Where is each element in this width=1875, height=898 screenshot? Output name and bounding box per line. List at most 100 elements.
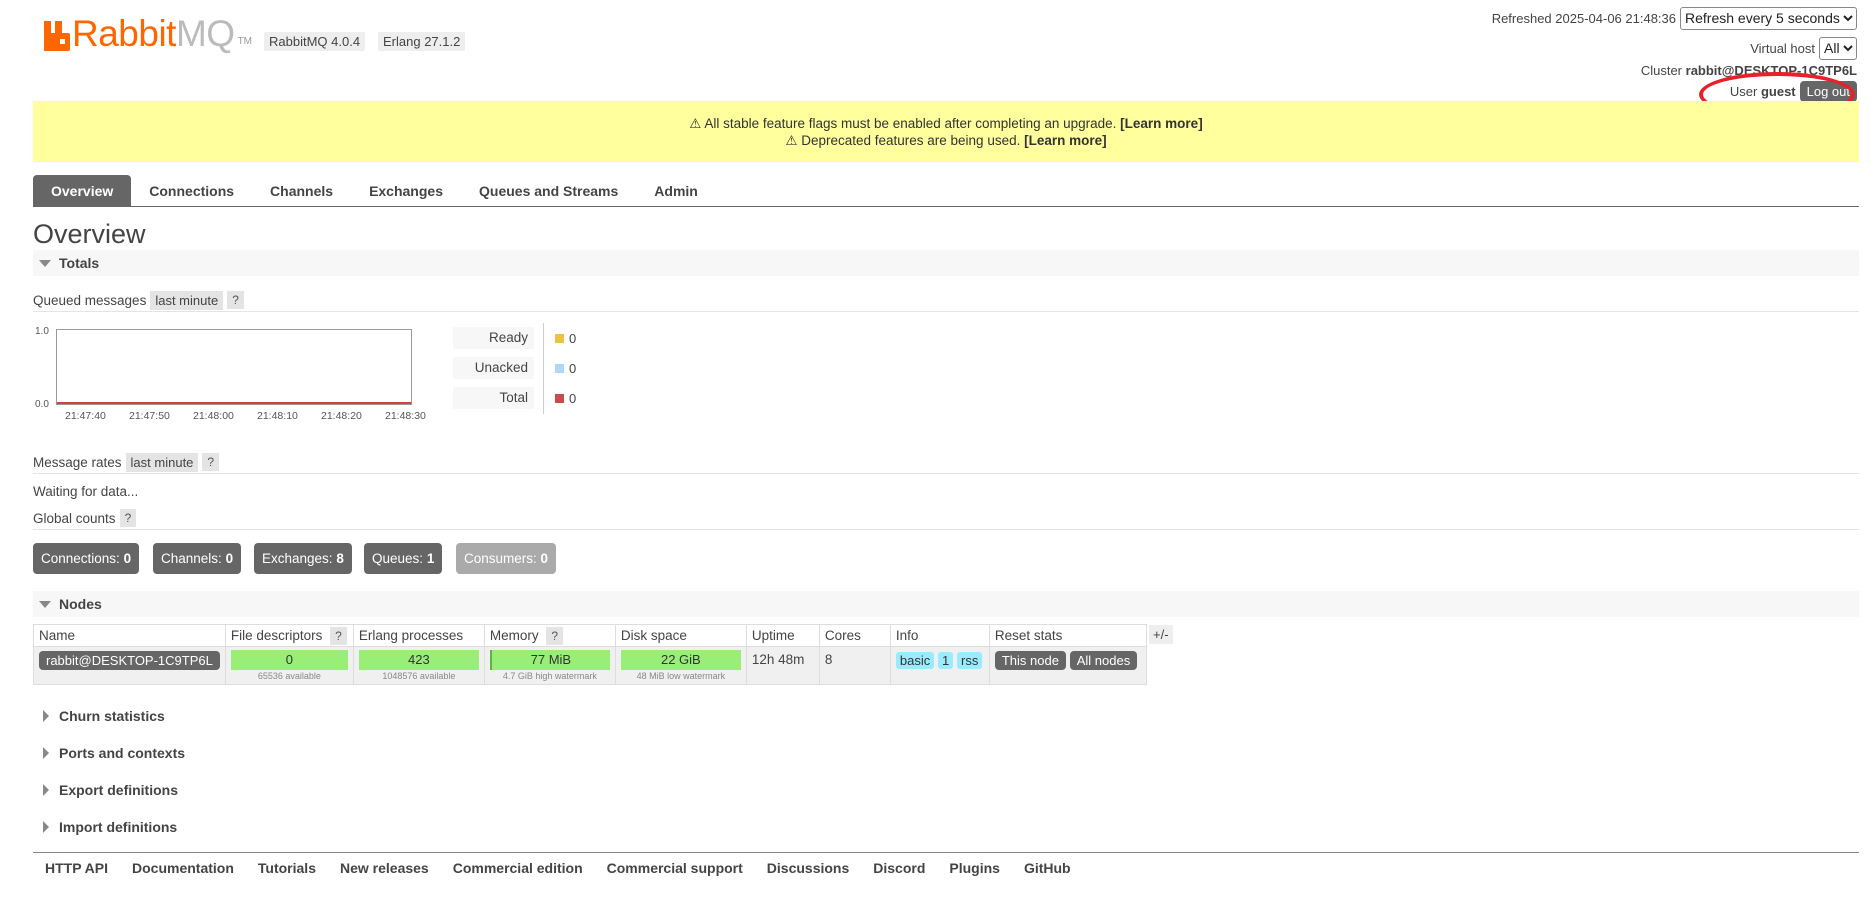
chart-x-tick: 21:48:20 bbox=[321, 410, 362, 422]
global-counts-header: Global counts ? bbox=[33, 507, 1859, 530]
ports-and-contexts-toggle[interactable]: Ports and contexts bbox=[33, 740, 185, 766]
message-rates-header: Message rates last minute ? bbox=[33, 451, 1859, 474]
col-memory: Memory ? bbox=[483, 624, 616, 647]
footer-link-discord[interactable]: Discord bbox=[861, 860, 937, 876]
footer-link-http-api[interactable]: HTTP API bbox=[33, 860, 120, 876]
legend-ready-label: Ready bbox=[453, 327, 534, 349]
fd-help-button[interactable]: ? bbox=[330, 627, 347, 645]
learn-more-link-1[interactable]: [Learn more] bbox=[1120, 116, 1203, 131]
learn-more-link-2[interactable]: [Learn more] bbox=[1024, 133, 1107, 148]
col-disk-space: Disk space bbox=[614, 624, 747, 647]
rabbitmq-version: RabbitMQ 4.0.4 bbox=[264, 32, 366, 51]
vhost-label: Virtual host bbox=[1750, 40, 1815, 56]
tab-overview[interactable]: Overview bbox=[33, 175, 132, 207]
connections-count-button[interactable]: Connections: 0 bbox=[33, 543, 140, 574]
col-file-descriptors: File descriptors ? bbox=[224, 624, 354, 647]
rates-range-toggle[interactable]: last minute bbox=[125, 452, 199, 472]
rabbit-logo-icon bbox=[44, 21, 70, 51]
cores-value: 8 bbox=[818, 646, 891, 685]
collapse-triangle-icon bbox=[43, 821, 49, 833]
footer-link-commercial-edition[interactable]: Commercial edition bbox=[441, 860, 595, 876]
tab-connections[interactable]: Connections bbox=[131, 175, 252, 207]
tab-exchanges[interactable]: Exchanges bbox=[351, 175, 461, 207]
footer-link-github[interactable]: GitHub bbox=[1012, 860, 1083, 876]
export-definitions-toggle[interactable]: Export definitions bbox=[33, 777, 178, 803]
footer-link-documentation[interactable]: Documentation bbox=[120, 860, 246, 876]
procs-usage-bar: 423 bbox=[358, 650, 479, 670]
global-counts-help-button[interactable]: ? bbox=[119, 509, 137, 527]
main-tabs: Overview Connections Channels Exchanges … bbox=[33, 175, 1859, 207]
collapse-triangle-icon bbox=[43, 747, 49, 759]
logo-primary: Rabbit bbox=[72, 13, 176, 54]
queued-messages-header: Queued messages last minute ? bbox=[33, 289, 1859, 312]
expand-triangle-icon bbox=[39, 259, 51, 267]
fd-available: 65536 available bbox=[257, 671, 321, 681]
logo-secondary: MQ bbox=[175, 13, 235, 54]
logo-tm: TM bbox=[237, 36, 253, 47]
totals-section-toggle[interactable]: Totals bbox=[33, 250, 1859, 276]
collapse-triangle-icon bbox=[43, 784, 49, 796]
rabbitmq-logo[interactable]: RabbitMQ TM bbox=[44, 14, 252, 54]
footer-link-commercial-support[interactable]: Commercial support bbox=[595, 860, 755, 876]
legend-total-label: Total bbox=[453, 387, 534, 409]
legend-separator bbox=[543, 323, 544, 414]
banner-line-1: ⚠ All stable feature flags must be enabl… bbox=[689, 116, 1117, 131]
chart-total-line bbox=[57, 402, 411, 404]
legend-unacked-value: 0 bbox=[569, 361, 577, 376]
refreshed-label: Refreshed 2025-04-06 21:48:36 bbox=[1491, 10, 1676, 26]
totals-section-label: Totals bbox=[59, 255, 100, 271]
chart-x-tick: 21:48:00 bbox=[193, 410, 234, 422]
disk-usage-bar: 22 GiB bbox=[620, 650, 741, 670]
expand-triangle-icon bbox=[39, 600, 51, 608]
page-title: Overview bbox=[33, 219, 146, 249]
legend-total-swatch bbox=[555, 394, 564, 403]
col-name: Name bbox=[33, 624, 226, 647]
legend-total-value: 0 bbox=[569, 391, 577, 406]
tab-admin[interactable]: Admin bbox=[636, 175, 716, 207]
channels-count-button[interactable]: Channels: 0 bbox=[153, 543, 242, 574]
footer-link-plugins[interactable]: Plugins bbox=[937, 860, 1012, 876]
table-row: rabbit@DESKTOP-1C9TP6L 0 65536 available… bbox=[33, 646, 1147, 685]
queued-help-button[interactable]: ? bbox=[227, 291, 244, 309]
refresh-interval-select[interactable]: Refresh every 5 seconds bbox=[1680, 6, 1857, 30]
import-definitions-toggle[interactable]: Import definitions bbox=[33, 814, 177, 840]
erlang-version: Erlang 27.1.2 bbox=[378, 32, 466, 51]
queued-range-toggle[interactable]: last minute bbox=[150, 290, 224, 310]
legend-unacked-label: Unacked bbox=[453, 357, 534, 379]
col-cores: Cores bbox=[818, 624, 891, 647]
queued-messages-label: Queued messages bbox=[33, 292, 147, 308]
nodes-section-toggle[interactable]: Nodes bbox=[33, 591, 1859, 617]
queues-count-button[interactable]: Queues: 1 bbox=[364, 543, 443, 574]
memory-help-button[interactable]: ? bbox=[546, 627, 564, 645]
footer-link-discussions[interactable]: Discussions bbox=[755, 860, 861, 876]
reset-this-node-button[interactable]: This node bbox=[994, 651, 1066, 670]
collapse-triangle-icon bbox=[43, 710, 49, 722]
chart-y-min: 0.0 bbox=[35, 399, 49, 410]
vhost-select[interactable]: All bbox=[1819, 36, 1857, 60]
tab-queues-and-streams[interactable]: Queues and Streams bbox=[461, 175, 636, 207]
consumers-count-button[interactable]: Consumers: 0 bbox=[456, 543, 557, 574]
message-rates-label: Message rates bbox=[33, 454, 122, 470]
chart-x-tick: 21:47:50 bbox=[129, 410, 170, 422]
footer-link-tutorials[interactable]: Tutorials bbox=[246, 860, 328, 876]
legend-ready-swatch bbox=[555, 334, 564, 343]
columns-toggle-button[interactable]: +/- bbox=[1149, 625, 1173, 644]
node-name-link[interactable]: rabbit@DESKTOP-1C9TP6L bbox=[39, 651, 220, 670]
churn-statistics-toggle[interactable]: Churn statistics bbox=[33, 703, 165, 729]
cluster-label: Cluster bbox=[1640, 62, 1683, 78]
footer-links: HTTP API Documentation Tutorials New rel… bbox=[33, 852, 1859, 876]
nodes-section-label: Nodes bbox=[59, 596, 102, 612]
rates-help-button[interactable]: ? bbox=[202, 453, 220, 471]
col-reset-stats: Reset stats bbox=[988, 624, 1147, 647]
info-count-badge: 1 bbox=[937, 652, 954, 669]
reset-all-nodes-button[interactable]: All nodes bbox=[1069, 651, 1138, 670]
footer-link-new-releases[interactable]: New releases bbox=[328, 860, 441, 876]
chart-x-tick: 21:48:10 bbox=[257, 410, 298, 422]
legend-unacked-swatch bbox=[555, 364, 564, 373]
waiting-for-data: Waiting for data... bbox=[33, 484, 139, 499]
nodes-table: Name File descriptors ? Erlang processes… bbox=[33, 624, 1147, 685]
tab-channels[interactable]: Channels bbox=[252, 175, 351, 207]
nodes-table-header: Name File descriptors ? Erlang processes… bbox=[33, 624, 1147, 647]
disk-watermark: 48 MiB low watermark bbox=[636, 671, 726, 681]
exchanges-count-button[interactable]: Exchanges: 8 bbox=[254, 543, 352, 574]
